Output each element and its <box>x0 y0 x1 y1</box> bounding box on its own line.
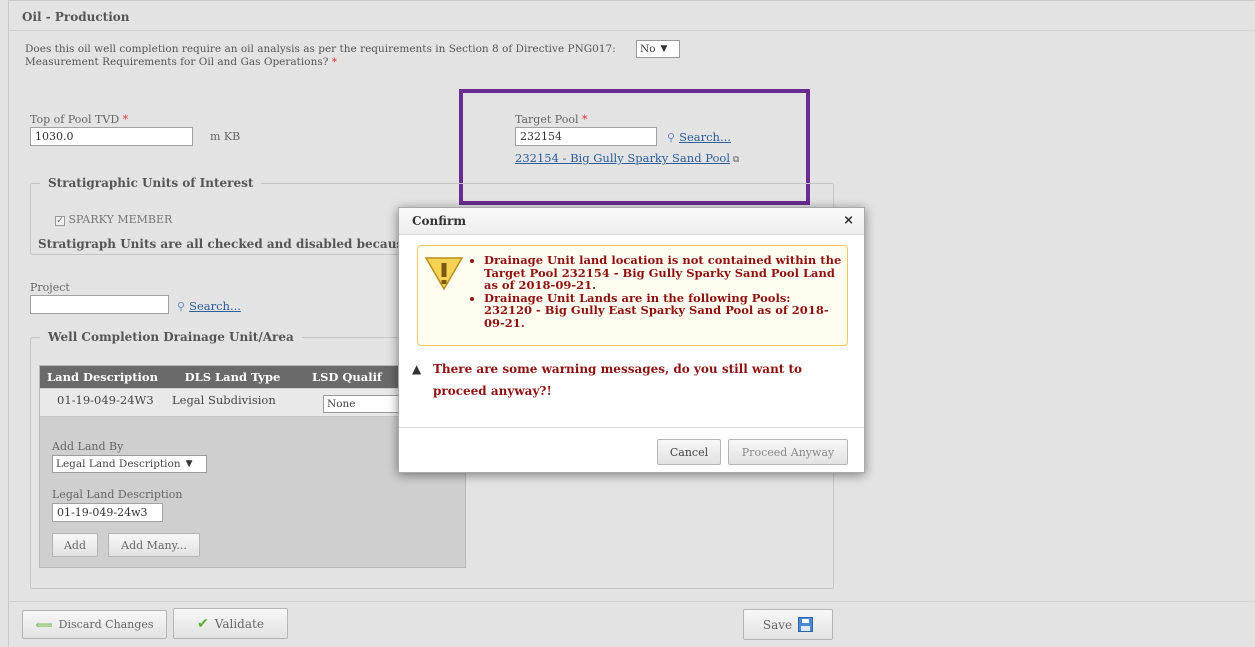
save-button[interactable]: Save <box>743 609 833 640</box>
strat-checkbox-label: SPARKY MEMBER <box>68 213 173 226</box>
dialog-title: Confirm <box>412 214 467 228</box>
alert-icon: ▲ <box>412 362 422 376</box>
checkbox-checked-icon: ✓ <box>55 216 65 226</box>
top-of-pool-unit: m KB <box>210 130 241 143</box>
row-land: 01-19-049-24W3 <box>57 393 154 407</box>
lld-input[interactable]: 01-19-049-24w3 <box>52 503 163 522</box>
confirm-dialog: Confirm × Drainage Unit land location is… <box>398 207 865 473</box>
add-land-by-label: Add Land By <box>52 440 124 453</box>
lld-label: Legal Land Description <box>52 488 183 501</box>
cancel-button[interactable]: Cancel <box>657 439 721 465</box>
search-icon: ⚲ <box>177 300 186 313</box>
chevron-down-icon: ▼ <box>660 44 668 54</box>
strat-legend: Stratigraphic Units of Interest <box>40 176 262 190</box>
strat-note: Stratigraph Units are all checked and di… <box>38 237 411 251</box>
warning-item: Drainage Unit Lands are in the following… <box>484 291 842 330</box>
oil-analysis-select[interactable]: No ▼ <box>636 40 680 58</box>
dialog-question: There are some warning messages, do you … <box>433 362 803 398</box>
project-search-link[interactable]: Search... <box>189 299 241 313</box>
col-lsd-qualifier[interactable]: LSD Qualif <box>300 370 400 384</box>
top-of-pool-input[interactable]: 1030.0 <box>30 127 193 146</box>
lsd-qualifier-value: None <box>327 398 356 410</box>
add-many-button[interactable]: Add Many... <box>108 533 200 557</box>
add-land-by-select[interactable]: Legal Land Description ▼ <box>52 455 207 473</box>
warning-icon <box>424 257 464 291</box>
dialog-footer-divider <box>399 427 864 428</box>
footer-divider <box>8 601 1255 602</box>
project-search[interactable]: ⚲ Search... <box>177 299 241 313</box>
discard-changes-button[interactable]: ⟸ Discard Changes <box>22 610 167 639</box>
add-land-by-value: Legal Land Description <box>56 458 181 470</box>
save-label: Save <box>762 617 793 632</box>
project-label: Project <box>30 281 70 294</box>
close-icon[interactable]: × <box>843 213 854 228</box>
col-dls-land-type[interactable]: DLS Land Type <box>165 370 300 384</box>
proceed-anyway-button[interactable]: Proceed Anyway <box>728 439 848 465</box>
section-title: Oil - Production <box>22 10 130 24</box>
top-of-pool-label: Top of Pool TVD * <box>30 113 129 126</box>
validate-label: Validate <box>214 616 264 631</box>
strat-checkbox[interactable]: ✓ SPARKY MEMBER <box>55 213 172 226</box>
drainage-legend: Well Completion Drainage Unit/Area <box>40 330 302 344</box>
required-mark: * <box>331 56 337 68</box>
dialog-header <box>399 208 864 235</box>
validate-button[interactable]: ✔ Validate <box>173 608 288 639</box>
oil-analysis-select-value: No <box>640 43 656 55</box>
discard-changes-label: Discard Changes <box>58 618 154 631</box>
warning-list: Drainage Unit land location is not conta… <box>470 254 842 329</box>
warning-item: Drainage Unit land location is not conta… <box>484 254 842 292</box>
chevron-down-icon: ▼ <box>185 459 193 469</box>
floppy-disk-icon <box>798 617 814 632</box>
project-input[interactable] <box>30 295 169 314</box>
col-land-description[interactable]: Land Description <box>40 370 165 384</box>
lsd-qualifier-select[interactable]: None <box>323 395 403 413</box>
row-type: Legal Subdivision <box>172 393 276 407</box>
add-button[interactable]: Add <box>52 533 98 557</box>
oil-analysis-question: Does this oil well completion require an… <box>25 43 625 69</box>
arrow-left-icon: ⟸ <box>35 617 53 632</box>
question-text: Does this oil well completion require an… <box>25 43 616 68</box>
checkmark-icon: ✔ <box>197 615 209 632</box>
warning-box: Drainage Unit land location is not conta… <box>417 245 848 346</box>
title-divider <box>8 30 1255 31</box>
